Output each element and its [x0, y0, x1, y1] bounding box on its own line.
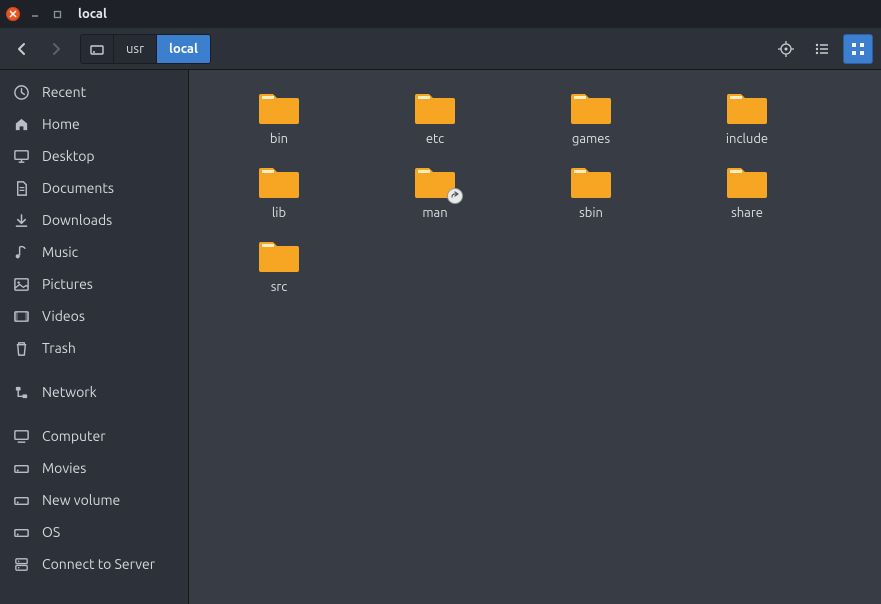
forward-button[interactable] [42, 35, 70, 63]
sidebar-item-computer[interactable]: Computer [0, 420, 188, 452]
window-close-button[interactable] [6, 7, 20, 21]
window-maximize-button[interactable] [50, 7, 64, 21]
server-icon [12, 555, 30, 573]
sidebar-item-network[interactable]: Network [0, 376, 188, 408]
sidebar-item-label: Connect to Server [42, 556, 155, 572]
path-segment-usr[interactable]: usr [114, 35, 157, 63]
folder-icon [413, 90, 457, 126]
sidebar-item-trash[interactable]: Trash [0, 332, 188, 364]
sidebar-item-label: Home [42, 116, 80, 132]
folder-man[interactable]: man [357, 158, 513, 222]
list-view-icon [814, 41, 830, 57]
folder-src[interactable]: src [201, 232, 357, 296]
sidebar-item-label: Videos [42, 308, 85, 324]
sidebar-item-movies[interactable]: Movies [0, 452, 188, 484]
sidebar-item-newvol[interactable]: New volume [0, 484, 188, 516]
folder-games[interactable]: games [513, 84, 669, 148]
folder-lib[interactable]: lib [201, 158, 357, 222]
sidebar-item-pictures[interactable]: Pictures [0, 268, 188, 300]
sidebar-item-label: Desktop [42, 148, 95, 164]
network-icon [12, 383, 30, 401]
folder-label: games [572, 132, 610, 146]
folder-label: man [422, 206, 447, 220]
monitor-icon [12, 147, 30, 165]
home-icon [12, 115, 30, 133]
sidebar-item-label: New volume [42, 492, 120, 508]
folder-label: lib [272, 206, 286, 220]
toolbar: usr local [0, 28, 881, 70]
folder-icon [725, 164, 769, 200]
window-title: local [78, 7, 107, 21]
window-minimize-button[interactable] [28, 7, 42, 21]
folder-include[interactable]: include [669, 84, 825, 148]
path-bar: usr local [80, 34, 211, 64]
folder-sbin[interactable]: sbin [513, 158, 669, 222]
sidebar-item-label: Music [42, 244, 78, 260]
drive-icon [12, 523, 30, 541]
location-button[interactable] [771, 34, 801, 64]
folder-icon [413, 164, 457, 200]
folder-label: etc [426, 132, 444, 146]
sidebar-item-label: Pictures [42, 276, 93, 292]
sidebar-item-label: Downloads [42, 212, 112, 228]
drive-icon [12, 491, 30, 509]
document-icon [12, 179, 30, 197]
sidebar-item-music[interactable]: Music [0, 236, 188, 268]
folder-label: include [726, 132, 768, 146]
sidebar-item-connect[interactable]: Connect to Server [0, 548, 188, 580]
sidebar-item-label: Computer [42, 428, 106, 444]
folder-etc[interactable]: etc [357, 84, 513, 148]
sidebar-item-label: Recent [42, 84, 86, 100]
sidebar-item-label: OS [42, 524, 60, 540]
sidebar-item-label: Documents [42, 180, 114, 196]
back-button[interactable] [8, 35, 36, 63]
trash-icon [12, 339, 30, 357]
icon-view-button[interactable] [843, 34, 873, 64]
folder-label: sbin [579, 206, 603, 220]
folder-share[interactable]: share [669, 158, 825, 222]
sidebar-item-os[interactable]: OS [0, 516, 188, 548]
symlink-badge-icon [447, 188, 463, 204]
clock-icon [12, 83, 30, 101]
folder-icon [569, 164, 613, 200]
icon-view-icon [850, 41, 866, 57]
sidebar-item-recent[interactable]: Recent [0, 76, 188, 108]
folder-icon [569, 90, 613, 126]
folder-grid: bin etc games include lib man sbin share src [201, 84, 869, 296]
content-area[interactable]: bin etc games include lib man sbin share src [189, 70, 881, 604]
drive-icon [12, 459, 30, 477]
sidebar-item-videos[interactable]: Videos [0, 300, 188, 332]
titlebar: local [0, 0, 881, 28]
folder-bin[interactable]: bin [201, 84, 357, 148]
download-icon [12, 211, 30, 229]
folder-label: bin [270, 132, 288, 146]
sidebar-item-documents[interactable]: Documents [0, 172, 188, 204]
drive-icon [89, 41, 105, 57]
sidebar-item-home[interactable]: Home [0, 108, 188, 140]
sidebar-item-label: Trash [42, 340, 76, 356]
picture-icon [12, 275, 30, 293]
sidebar-item-desktop[interactable]: Desktop [0, 140, 188, 172]
path-root-icon[interactable] [81, 35, 114, 63]
folder-icon [257, 164, 301, 200]
folder-icon [725, 90, 769, 126]
music-icon [12, 243, 30, 261]
sidebar-item-label: Movies [42, 460, 86, 476]
folder-icon [257, 238, 301, 274]
folder-icon [257, 90, 301, 126]
video-icon [12, 307, 30, 325]
path-segment-local[interactable]: local [157, 35, 210, 63]
sidebar-item-label: Network [42, 384, 97, 400]
list-view-button[interactable] [807, 34, 837, 64]
sidebar: Recent Home Desktop Documents Downloads Music… [0, 70, 189, 604]
folder-label: share [731, 206, 763, 220]
location-icon [777, 40, 795, 58]
computer-icon [12, 427, 30, 445]
folder-label: src [271, 280, 288, 294]
sidebar-item-downloads[interactable]: Downloads [0, 204, 188, 236]
